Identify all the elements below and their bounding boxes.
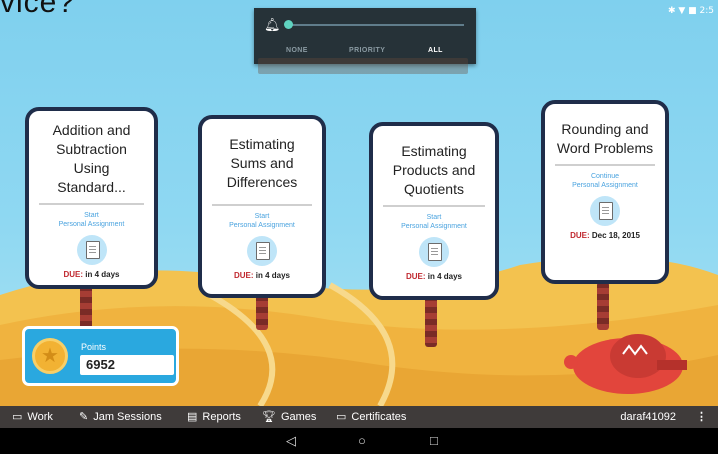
divider xyxy=(383,205,485,207)
nav-label: Reports xyxy=(202,411,241,423)
due-value: Dec 18, 2015 xyxy=(591,231,640,240)
notification-shade[interactable]: 🔔︎ NONE PRIORITY ALL xyxy=(254,8,476,64)
option-all[interactable]: ALL xyxy=(428,47,443,54)
document-icon xyxy=(419,237,449,267)
due-date: DUE: in 4 days xyxy=(373,272,495,281)
status-icons: ✱ ▼ ■ xyxy=(667,6,697,16)
partially-hidden-heading xyxy=(258,58,468,74)
due-label: DUE: xyxy=(233,271,254,280)
bottom-nav: ▭ Work ✎ Jam Sessions ▤ Reports 🏆︎ Games ▭ Ce… xyxy=(0,406,718,428)
due-label: DUE: xyxy=(63,270,84,279)
nav-label: Games xyxy=(280,411,317,423)
assignment-title: Addition and Subtraction Using Standard.… xyxy=(52,122,131,195)
status-time: 2:5 xyxy=(699,6,714,16)
assignment-card[interactable]: Rounding and Word Problems Continue Pers… xyxy=(541,100,669,284)
points-value: 6952 xyxy=(80,355,174,375)
divider xyxy=(39,203,144,205)
monitor-icon: ▭ xyxy=(12,411,23,423)
due-label: DUE: xyxy=(405,272,426,281)
nav-label: Certificates xyxy=(351,411,407,423)
due-value: in 4 days xyxy=(255,271,291,280)
nav-reports[interactable]: ▤ Reports xyxy=(187,406,241,428)
coin-icon xyxy=(32,338,68,374)
due-date: DUE: Dec 18, 2015 xyxy=(545,231,665,240)
game-scene: vice? 🔔︎ NONE PRIORITY ALL ✱ ▼ ■ 2:5 Add… xyxy=(0,0,718,406)
card-post xyxy=(425,295,437,347)
home-icon[interactable]: ○ xyxy=(358,433,366,448)
more-vertical-icon[interactable]: ⋮ xyxy=(696,406,707,428)
assignment-action-link[interactable]: Start xyxy=(29,211,154,220)
assignment-type: Personal Assignment xyxy=(401,223,467,230)
assignment-card[interactable]: Estimating Products and Quotients Start … xyxy=(369,122,499,300)
option-priority[interactable]: PRIORITY xyxy=(349,47,385,54)
bell-icon: 🔔︎ xyxy=(264,17,281,32)
divider xyxy=(212,204,312,206)
points-label: Points xyxy=(81,342,107,352)
document-icon xyxy=(247,236,277,266)
assignment-title: Estimating Sums and Differences xyxy=(226,136,298,190)
assignment-action-link[interactable]: Start xyxy=(202,212,322,221)
assignment-type: Personal Assignment xyxy=(229,222,295,229)
report-icon: ▤ xyxy=(187,411,198,423)
assignment-title: Estimating Products and Quotients xyxy=(392,143,476,197)
document-icon xyxy=(76,235,107,265)
edit-icon: ✎ xyxy=(79,411,89,423)
trophy-icon: 🏆︎ xyxy=(262,411,276,423)
overlay-caption: vice? xyxy=(0,0,76,19)
nav-label: Jam Sessions xyxy=(93,411,162,423)
assignment-card[interactable]: Estimating Sums and Differences Start Pe… xyxy=(198,115,326,298)
assignment-action-link[interactable]: Continue xyxy=(545,172,665,181)
due-label: DUE: xyxy=(570,231,590,240)
volume-slider-thumb[interactable] xyxy=(284,20,293,29)
android-system-bar: ◁ ○ □ xyxy=(0,428,718,454)
certificate-icon: ▭ xyxy=(336,411,347,423)
option-none[interactable]: NONE xyxy=(286,47,308,54)
document-icon xyxy=(590,196,620,226)
back-icon[interactable]: ◁ xyxy=(286,433,296,449)
card-post xyxy=(597,282,609,330)
divider xyxy=(555,164,655,166)
status-bar: ✱ ▼ ■ 2:5 xyxy=(654,6,718,20)
due-value: in 4 days xyxy=(427,272,463,281)
volume-slider-track[interactable] xyxy=(288,24,464,26)
assignment-type: Personal Assignment xyxy=(572,182,638,189)
assignment-title: Rounding and Word Problems xyxy=(556,121,654,156)
nav-games[interactable]: 🏆︎ Games xyxy=(262,406,316,428)
nav-jam-sessions[interactable]: ✎ Jam Sessions xyxy=(79,406,162,428)
nav-certificates[interactable]: ▭ Certificates xyxy=(336,406,406,428)
assignment-card[interactable]: Addition and Subtraction Using Standard.… xyxy=(25,107,158,289)
nav-label: Work xyxy=(27,411,53,423)
assignment-action-link[interactable]: Start xyxy=(373,213,495,222)
card-post xyxy=(256,295,268,330)
points-panel: Points 6952 xyxy=(22,326,179,386)
assignment-type: Personal Assignment xyxy=(58,221,125,228)
username[interactable]: daraf41092 xyxy=(620,406,676,428)
due-value: in 4 days xyxy=(85,270,120,279)
due-date: DUE: in 4 days xyxy=(29,270,154,279)
monster-illustration xyxy=(564,334,687,394)
due-date: DUE: in 4 days xyxy=(202,271,322,280)
nav-work[interactable]: ▭ Work xyxy=(12,406,53,428)
recents-icon[interactable]: □ xyxy=(430,433,438,448)
